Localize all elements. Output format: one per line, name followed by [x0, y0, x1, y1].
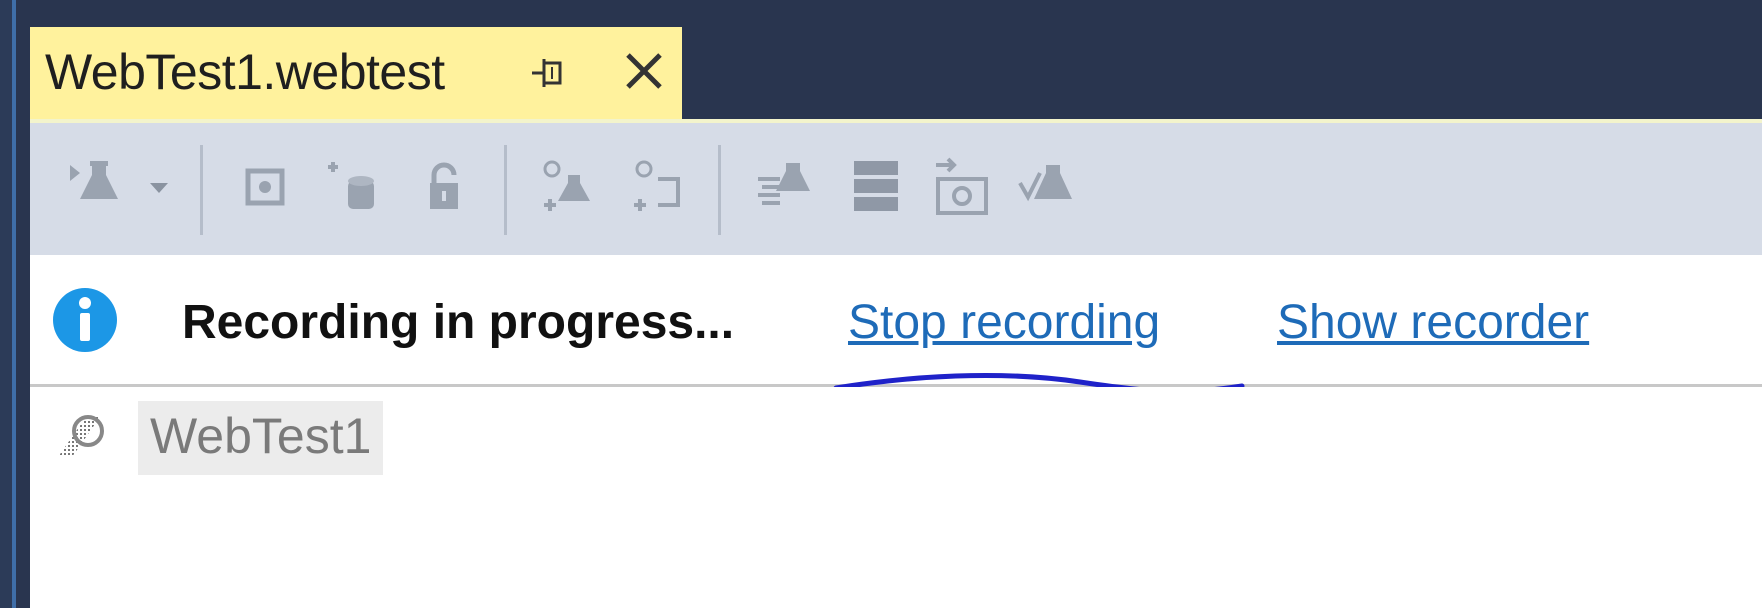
window-edge [0, 0, 16, 608]
add-loop-icon[interactable] [628, 155, 692, 219]
web-test-toolbar [30, 119, 1762, 255]
web-test-icon [58, 415, 104, 457]
toolbar-separator [718, 145, 721, 235]
document-tab[interactable]: WebTest1.webtest [30, 27, 682, 119]
dropdown-arrow-icon[interactable] [142, 155, 176, 219]
toolbar-separator [504, 145, 507, 235]
web-test-tree: WebTest1 [30, 387, 1762, 608]
toolbar-separator [200, 145, 203, 235]
add-validation-icon[interactable] [1016, 155, 1080, 219]
add-data-source-icon[interactable] [320, 155, 384, 219]
tree-node-webtest1[interactable]: WebTest1 [138, 401, 384, 475]
screenshot-icon[interactable] [930, 155, 994, 219]
pin-icon[interactable] [526, 51, 570, 95]
lock-icon[interactable] [412, 155, 476, 219]
recording-info-bar: Recording in progress... Stop recording … [30, 255, 1762, 387]
add-web-request-icon[interactable] [538, 155, 602, 219]
tab-title: WebTest1.webtest [45, 44, 445, 100]
info-icon [53, 288, 117, 352]
stop-recording-link[interactable]: Stop recording [848, 295, 1160, 350]
show-recorder-link[interactable]: Show recorder [1277, 295, 1589, 350]
recording-status-message: Recording in progress... [182, 296, 735, 349]
parameterize-icon[interactable] [752, 155, 816, 219]
record-icon[interactable] [234, 155, 298, 219]
run-test-icon[interactable] [66, 155, 130, 219]
ide-window: WebTest1.webtest Recording in progress..… [0, 0, 1762, 608]
server-icon[interactable] [844, 155, 908, 219]
close-icon[interactable] [620, 47, 668, 95]
